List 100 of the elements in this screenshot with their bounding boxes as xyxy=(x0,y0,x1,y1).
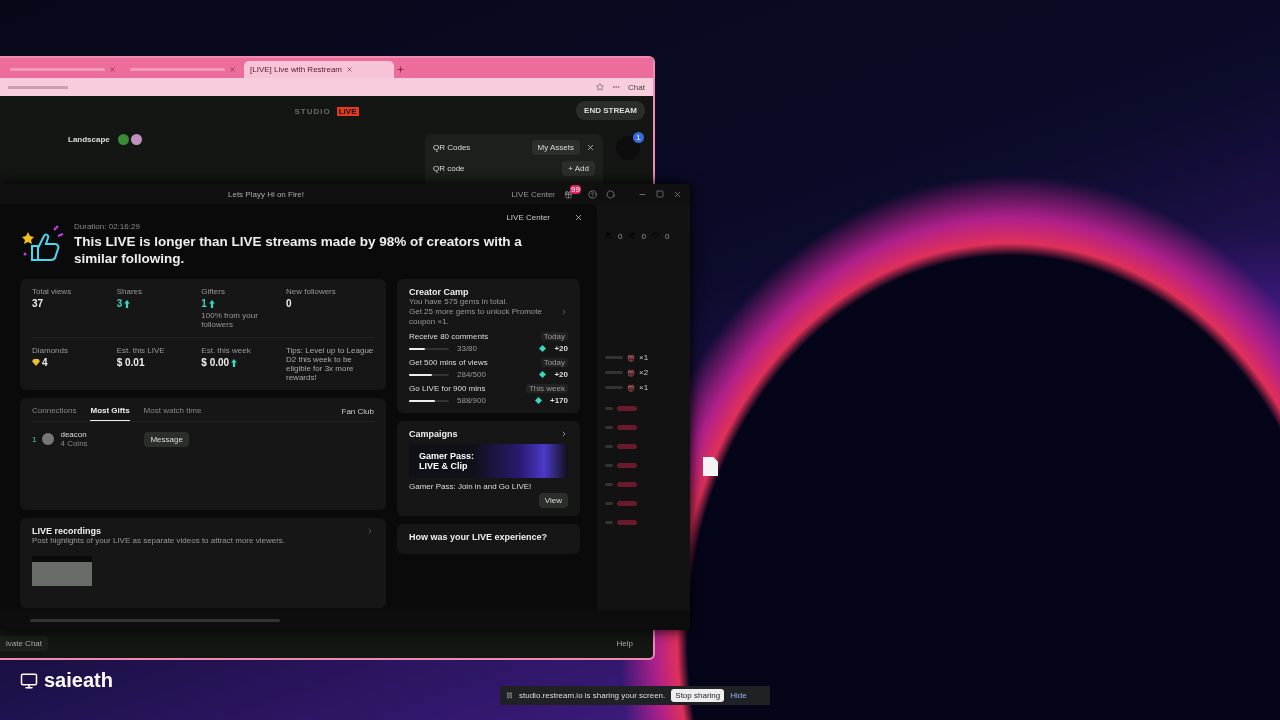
panel-title: QR Codes xyxy=(433,143,472,152)
pause-icon xyxy=(506,692,513,699)
gems-text: You have 575 gems in total. xyxy=(409,297,509,307)
stat-value: 4 xyxy=(32,357,117,368)
viewer-name: deacon xyxy=(60,430,88,439)
share-message: studio.restream.io is sharing your screen. xyxy=(519,691,666,700)
viewer-tab[interactable]: Most watch time xyxy=(143,406,202,421)
gem-icon xyxy=(539,371,547,378)
section-title[interactable]: QR code xyxy=(433,164,557,173)
fan-club-button[interactable]: Fan Club xyxy=(341,406,374,416)
live-center-button[interactable]: LIVE Center xyxy=(511,189,555,199)
hide-button[interactable]: Hide xyxy=(730,691,747,700)
avatar xyxy=(130,133,142,145)
gift-icon xyxy=(627,368,635,377)
close-icon[interactable] xyxy=(346,66,354,73)
progress-text: 588/900 xyxy=(457,396,487,405)
private-chat-button[interactable]: ivate Chat xyxy=(0,635,49,651)
period-tag: Today xyxy=(540,358,568,367)
browser-tab[interactable]: [LIVE] Live with Restream xyxy=(244,61,394,78)
gift-icon xyxy=(627,383,635,392)
chat-badge xyxy=(617,520,637,525)
banner-title: Gamer Pass: LIVE & Clip xyxy=(419,451,476,471)
chevron-icon[interactable] xyxy=(560,430,568,438)
stat-count: 0 xyxy=(618,232,623,241)
window-title: Lets Playy Hi on Fire! xyxy=(228,189,305,199)
user-name: saieath xyxy=(44,669,113,692)
stat-count: 0 xyxy=(641,232,646,241)
stat-value: 1 xyxy=(201,298,286,309)
unlock-text: Get 25 more gems to unlock Promote coupon ×1. xyxy=(409,307,543,327)
view-button[interactable]: View xyxy=(538,493,568,508)
chat-badge xyxy=(617,463,637,468)
summary-headline: This LIVE is longer than LIVE streams made by 98% of creators with a similar following. xyxy=(74,233,523,267)
gem-icon xyxy=(539,345,547,352)
file-icon[interactable] xyxy=(703,457,718,476)
monitor-icon xyxy=(20,671,38,690)
card-description: Post highlights of your LIVE as separate videos to attract more viewers. xyxy=(32,536,286,546)
stat-value: 3 xyxy=(116,298,202,309)
help-button[interactable]: Help xyxy=(616,638,633,648)
viewer-tab[interactable]: Most Gifts xyxy=(90,406,130,421)
help-icon[interactable] xyxy=(588,189,597,199)
rank-number: 1 xyxy=(32,434,37,444)
progress-text: 33/80 xyxy=(457,344,479,353)
task-title: Go LIVE for 900 mins xyxy=(409,384,486,393)
menu-icon[interactable] xyxy=(612,83,621,91)
gift-icon[interactable] xyxy=(564,189,573,199)
message-button[interactable]: Message xyxy=(144,431,189,447)
stat-label: Total views xyxy=(32,287,73,296)
settings-icon[interactable] xyxy=(606,189,615,199)
card-title: How was your LIVE experience? xyxy=(409,532,549,542)
stat-label: Est. this week xyxy=(201,346,252,355)
close-icon[interactable] xyxy=(673,189,682,199)
gift-count: ×2 xyxy=(639,368,649,377)
stat-label: Shares xyxy=(116,287,143,296)
end-stream-button[interactable]: END STREAM xyxy=(576,101,645,120)
card-title: LIVE recordings xyxy=(32,526,102,536)
campaign-caption: Gamer Pass: Join in and Go LIVE! xyxy=(409,482,533,491)
chevron-icon[interactable] xyxy=(366,527,374,535)
assets-dropdown[interactable]: My Assets xyxy=(531,140,580,155)
maximize-icon[interactable] xyxy=(656,190,664,198)
tip-text: Tips: Level up to League D2 this week to be eligible for 3x more rewards! xyxy=(286,346,374,382)
chat-badge xyxy=(617,482,637,487)
notification-badge: 99 xyxy=(570,184,581,194)
gem-reward: +20 xyxy=(554,344,568,353)
avatar xyxy=(117,133,129,145)
chat-badge xyxy=(617,501,637,506)
diamond-icon xyxy=(32,359,40,366)
gem-reward: +170 xyxy=(549,396,568,405)
bookmark-icon[interactable] xyxy=(596,83,605,91)
chat-button[interactable]: Chat xyxy=(628,82,645,92)
avatar xyxy=(42,433,55,445)
arrow-up-icon xyxy=(124,299,131,308)
task-title: Receive 80 comments xyxy=(409,332,489,341)
video-thumbnail[interactable] xyxy=(32,556,92,586)
period-tag: This week xyxy=(526,384,568,393)
viewer-tab[interactable]: Connections xyxy=(32,406,77,421)
stat-value: 37 xyxy=(32,298,45,309)
gift-count: ×1 xyxy=(639,353,649,362)
add-button[interactable]: + Add xyxy=(562,161,595,176)
live-center-button[interactable]: LIVE Center xyxy=(506,212,550,222)
viewer-coins: 4 Coins xyxy=(60,439,89,448)
new-tab-icon[interactable] xyxy=(396,65,405,74)
duration-text: Duration: 02:16:29 xyxy=(74,222,141,231)
close-button[interactable] xyxy=(574,212,583,222)
live-badge: LIVE xyxy=(336,106,359,116)
campaign-banner[interactable]: Gamer Pass: LIVE & Clip xyxy=(409,444,568,478)
stat-value: 0 xyxy=(286,298,293,309)
stat-value: $ 0.00 xyxy=(201,357,286,368)
notification-badge: 1 xyxy=(633,132,644,143)
gem-reward: +20 xyxy=(554,370,568,379)
chevron-icon[interactable] xyxy=(560,308,568,316)
gem-icon xyxy=(534,397,542,404)
chat-badge xyxy=(617,425,637,430)
stop-sharing-button[interactable]: Stop sharing xyxy=(671,689,725,702)
progress-text: 284/500 xyxy=(457,370,487,379)
layout-button[interactable]: Landscape xyxy=(68,134,110,144)
stat-count: 0 xyxy=(664,232,670,241)
card-title: Creator Camp xyxy=(409,287,470,297)
studio-logo: STUDIO xyxy=(294,106,331,116)
stat-note: 100% from your followers xyxy=(201,311,259,329)
task-title: Get 500 mins of views xyxy=(409,358,488,367)
